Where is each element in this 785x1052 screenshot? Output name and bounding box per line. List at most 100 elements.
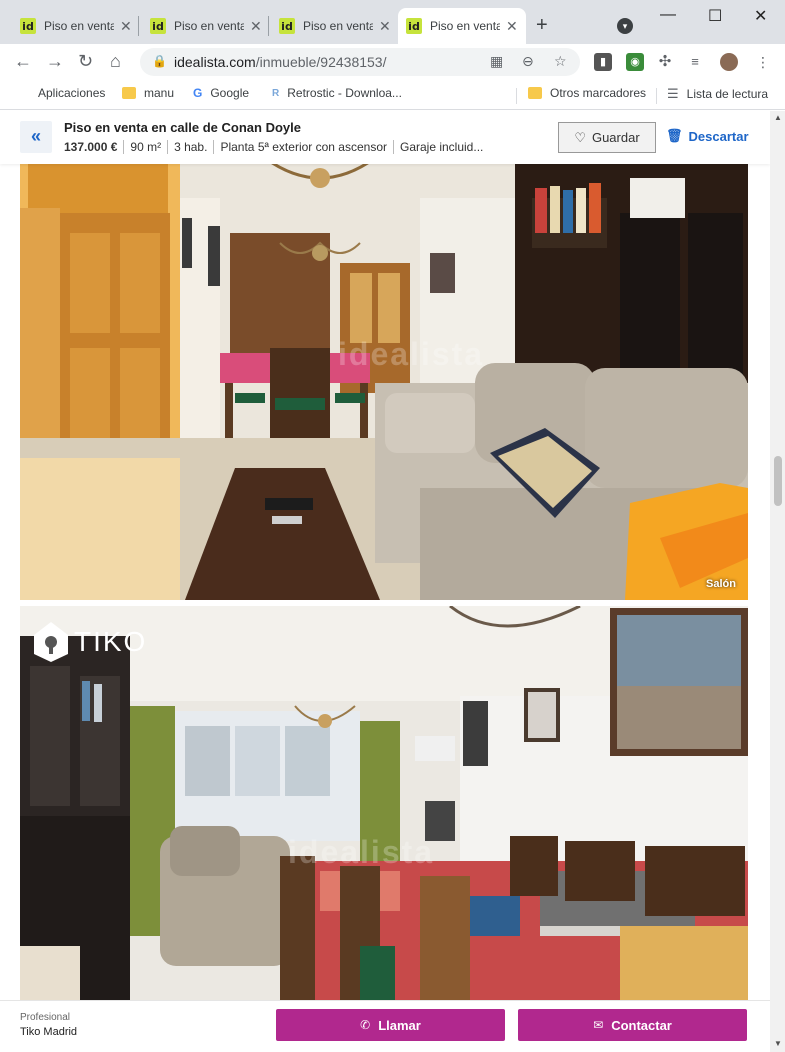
browser-toolbar: ← → ↻ ⌂ 🔒 idealista.com/inmueble/9243815…	[0, 44, 785, 80]
save-label: Guardar	[591, 130, 640, 145]
menu-kebab-icon[interactable]: ⋮	[754, 53, 772, 71]
folder-icon	[122, 87, 136, 99]
media-control-icon[interactable]: ≡	[686, 53, 704, 71]
back-arrow-icon[interactable]: ←	[14, 51, 32, 72]
bookmark-other[interactable]: Otros marcadores	[528, 86, 646, 100]
lock-icon: 🔒	[152, 54, 167, 68]
idealista-favicon-icon: id	[150, 18, 166, 34]
new-tab-button[interactable]: +	[536, 14, 548, 37]
listing-area: 90 m²	[123, 140, 167, 154]
tab-title: Piso en venta	[44, 19, 114, 33]
call-button[interactable]: ✆ Llamar	[276, 1009, 505, 1041]
listing-price: 137.000 €	[64, 140, 118, 154]
bookmark-star-icon[interactable]: ☆	[554, 53, 567, 70]
folder-icon	[528, 87, 542, 99]
listing-photo-dining-room[interactable]: TIKO idealista	[20, 606, 748, 1006]
bookmark-reading-list[interactable]: ☰ Lista de lectura	[667, 86, 768, 102]
bookmark-label: Google	[210, 86, 250, 100]
listing-floor: Planta 5ª exterior con ascensor	[213, 140, 393, 154]
maximize-button[interactable]: ☐	[708, 6, 722, 26]
tiko-logo: TIKO	[32, 620, 147, 664]
tab-title: Piso en venta	[430, 19, 500, 33]
dining-room-photo	[20, 606, 748, 1006]
extension-icon[interactable]: ◉	[626, 53, 644, 71]
url-path: /inmueble/92438153/	[255, 54, 387, 70]
contact-label: Contactar	[611, 1017, 672, 1033]
minimize-button[interactable]: —	[660, 6, 676, 24]
google-icon: G	[193, 86, 203, 100]
advertiser-type: Profesional	[20, 1012, 71, 1023]
tab-title: Piso en venta	[303, 19, 373, 33]
url-domain: idealista.com	[174, 54, 256, 70]
living-room-photo	[20, 158, 748, 600]
home-icon[interactable]: ⌂	[110, 51, 121, 72]
extension-icon[interactable]: ▮	[594, 53, 612, 71]
trash-icon: 🗑	[666, 128, 683, 143]
idealista-favicon-icon: id	[20, 18, 36, 34]
scroll-down-arrow-icon[interactable]: ▼	[774, 1039, 782, 1048]
retrostic-icon: R	[272, 87, 280, 99]
listing-facts: 137.000 € 90 m² 3 hab. Planta 5ª exterio…	[64, 140, 489, 154]
contact-footer: Profesional Tiko Madrid ✆ Llamar ✉ Conta…	[0, 1000, 770, 1052]
url-text[interactable]: idealista.com/inmueble/92438153/	[174, 54, 386, 70]
tab-divider	[268, 16, 269, 36]
forward-arrow-icon[interactable]: →	[46, 51, 64, 72]
tab-close-icon[interactable]: ✕	[379, 18, 391, 35]
tab-close-icon[interactable]: ✕	[120, 18, 132, 35]
bookmark-label: Otros marcadores	[550, 86, 647, 100]
browser-tab-2[interactable]: id Piso en venta ✕	[142, 8, 270, 44]
bookmark-google[interactable]: G Google	[193, 86, 249, 100]
page-viewport: idealista Salón TIKO idealista « Piso en…	[0, 111, 770, 1052]
advertiser-name: Tiko Madrid	[20, 1026, 78, 1038]
bookmark-divider	[656, 88, 657, 104]
tiko-logo-text: TIKO	[74, 626, 148, 657]
reload-icon[interactable]: ↻	[78, 51, 93, 72]
heart-icon: ♡	[574, 129, 586, 145]
tab-close-icon[interactable]: ✕	[250, 18, 262, 35]
reading-list-icon: ☰	[667, 86, 679, 101]
address-bar[interactable]: 🔒 idealista.com/inmueble/92438153/ ▦ ⊖ ☆	[140, 48, 580, 76]
bookmark-label: Retrostic - Downloa...	[287, 86, 402, 100]
bookmarks-bar: Aplicaciones manu G Google R Retrostic -…	[0, 80, 785, 110]
listing-garage: Garaje incluid...	[392, 140, 489, 154]
back-chevron-button[interactable]: «	[20, 121, 52, 153]
browser-tab-3[interactable]: id Piso en venta ✕	[271, 8, 399, 44]
bookmark-divider	[516, 88, 517, 104]
page-scrollbar[interactable]: ▲ ▼	[770, 111, 785, 1052]
profile-avatar[interactable]	[720, 53, 738, 71]
bookmark-label: Lista de lectura	[686, 87, 769, 101]
chat-icon: ✉	[593, 1018, 604, 1032]
listing-rooms: 3 hab.	[167, 140, 213, 154]
qr-code-icon[interactable]: ▦	[490, 53, 503, 70]
tab-divider	[138, 16, 139, 36]
bookmark-label: manu	[144, 86, 175, 100]
listing-photo-living-room[interactable]: idealista Salón	[20, 158, 748, 600]
tab-search-icon[interactable]: ▾	[617, 18, 633, 34]
apps-grid-icon	[16, 86, 30, 100]
extensions-puzzle-icon[interactable]: ✣	[656, 53, 674, 71]
browser-tab-4-active[interactable]: id Piso en venta ✕	[398, 8, 526, 44]
phone-icon: ✆	[360, 1018, 371, 1032]
close-window-button[interactable]: ✕	[754, 6, 767, 26]
tab-close-icon[interactable]: ✕	[506, 18, 518, 35]
photo-watermark: idealista	[338, 336, 485, 372]
bookmark-apps[interactable]: Aplicaciones	[16, 86, 105, 100]
idealista-favicon-icon: id	[279, 18, 295, 34]
scrollbar-thumb[interactable]	[774, 456, 782, 506]
discard-button[interactable]: 🗑 Descartar	[666, 128, 749, 144]
bookmark-label: Aplicaciones	[38, 86, 106, 100]
save-button[interactable]: ♡ Guardar	[558, 122, 656, 153]
bookmark-manu[interactable]: manu	[122, 86, 174, 100]
scroll-up-arrow-icon[interactable]: ▲	[774, 113, 782, 122]
tab-strip: id Piso en venta ✕ id Piso en venta ✕ id…	[0, 0, 785, 44]
tiko-house-icon	[34, 622, 68, 662]
contact-button[interactable]: ✉ Contactar	[518, 1009, 747, 1041]
listing-sticky-header: « Piso en venta en calle de Conan Doyle …	[0, 111, 770, 164]
photo-caption: Salón	[706, 578, 736, 590]
tab-title: Piso en venta	[174, 19, 244, 33]
browser-tab-1[interactable]: id Piso en venta ✕	[12, 8, 140, 44]
discard-label: Descartar	[688, 128, 749, 144]
bookmark-retrostic[interactable]: R Retrostic - Downloa...	[272, 86, 402, 100]
idealista-favicon-icon: id	[406, 18, 422, 34]
zoom-icon[interactable]: ⊖	[522, 53, 534, 70]
